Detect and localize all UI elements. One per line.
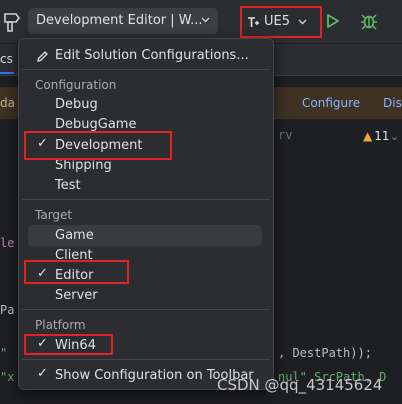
solution-configuration-dropdown[interactable]: Development Editor | W...: [28, 8, 218, 34]
code-fragment: Pa: [0, 303, 15, 317]
project-dropdown[interactable]: UE5: [240, 6, 322, 38]
configure-link[interactable]: Configure: [302, 96, 360, 110]
watermark-text: CSDN @qq_43145624: [217, 376, 383, 394]
build-hammer-icon: [248, 17, 259, 27]
annotation-highlight-box: [24, 260, 129, 284]
annotation-highlight-box: [24, 334, 113, 355]
project-icon[interactable]: [2, 10, 22, 32]
menu-separator: [22, 69, 270, 70]
annotation-highlight-box: [24, 131, 172, 160]
code-fragment: rv: [278, 128, 293, 142]
config-item-debug[interactable]: Debug: [55, 95, 275, 115]
chevron-down-icon: [201, 17, 210, 23]
notification-text: da: [0, 96, 15, 110]
checkmark-icon: ✓: [37, 366, 48, 381]
target-item-game[interactable]: Game: [55, 226, 275, 246]
run-icon[interactable]: [326, 13, 340, 29]
config-dropdown-label: Development Editor | W...: [36, 13, 203, 28]
pencil-edit-icon: [37, 51, 48, 62]
menu-separator: [22, 199, 270, 200]
code-fragment: ": [0, 346, 8, 360]
code-fragment: "x: [0, 370, 15, 384]
debug-bug-icon[interactable]: [360, 12, 378, 30]
edit-solution-configurations-item[interactable]: Edit Solution Configurations...: [55, 46, 275, 66]
warning-count: 11: [374, 129, 390, 143]
chevron-down-icon[interactable]: ⌄: [390, 130, 399, 143]
config-item-test[interactable]: Test: [55, 176, 275, 196]
target-item-server[interactable]: Server: [55, 286, 275, 306]
target-header: Target: [35, 208, 73, 222]
menu-separator: [22, 309, 270, 310]
project-dropdown-label: UE5: [264, 14, 290, 29]
code-fragment: le: [0, 236, 15, 250]
warning-icon: ▲: [363, 129, 373, 143]
configuration-header: Configuration: [35, 78, 117, 92]
code-fragment: , DestPath));: [278, 346, 372, 360]
dismiss-link[interactable]: Dis: [383, 96, 402, 110]
platform-header: Platform: [35, 318, 86, 332]
editor-tab-label[interactable]: cs: [0, 52, 13, 66]
chevron-down-icon: [298, 19, 307, 25]
warnings-badge[interactable]: ▲ 11: [363, 129, 390, 143]
active-tab-indicator: [0, 72, 14, 74]
menu-separator: [22, 359, 270, 360]
